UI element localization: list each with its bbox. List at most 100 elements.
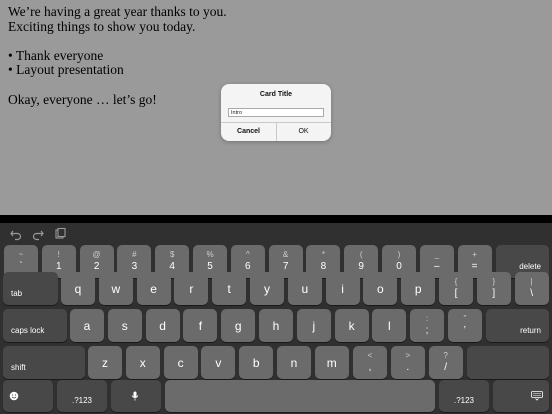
space-bar[interactable] [165,380,435,412]
key-l[interactable]: l [372,309,407,342]
key-’[interactable]: ”’ [447,309,482,342]
key-h[interactable]: h [259,309,293,342]
key-\[interactable]: | \ [514,272,549,305]
shift-left-key[interactable]: shift [3,346,85,379]
key-d[interactable]: d [145,309,180,342]
document-line: Okay, everyone … let’s go! [8,91,157,107]
redo-icon[interactable] [31,227,45,241]
key-letter: i [341,281,344,296]
key-letter: l [388,318,391,333]
key-c[interactable]: c [163,346,198,379]
numbers-key-left[interactable]: .?123 [57,380,107,412]
key-char: 9 [358,261,364,272]
document-text[interactable]: We’re having a great year thanks to you.… [8,4,227,107]
key-b[interactable]: b [239,346,274,379]
key-m[interactable]: m [314,346,349,379]
key-i[interactable]: i [325,272,360,305]
tab-key[interactable]: tab [3,272,58,305]
key-s[interactable]: s [107,309,142,342]
key-shift-char: ^ [245,250,250,259]
document-blank-line [8,78,227,93]
key-,[interactable]: <, [353,346,387,379]
key-char: ] [492,288,496,299]
key-shift-char: < [367,351,373,360]
key-letter: y [264,281,270,296]
ok-button[interactable]: OK [276,122,331,141]
key-letter: d [159,318,166,333]
key-char: \ [530,288,533,299]
key-v[interactable]: v [201,346,236,379]
document-bottom-bar [0,215,552,223]
caps-lock-key[interactable]: caps lock [3,309,67,342]
key-a[interactable]: a [70,309,104,342]
key-w[interactable]: w [98,272,133,305]
key-char: – [434,261,440,272]
hide-keyboard-key[interactable] [493,380,549,412]
key-letter: f [198,318,203,333]
key-letter: o [377,281,384,296]
key-n[interactable]: n [277,346,311,379]
key-shift-char: & [282,250,289,259]
document-line: Exciting things to show you today. [8,18,196,34]
undo-icon[interactable] [9,227,23,241]
cancel-button[interactable]: Cancel [221,122,276,141]
key-shift-char: ) [397,250,401,259]
key-letter: c [177,355,184,370]
key-letter: m [326,355,337,370]
key-x[interactable]: x [125,346,160,379]
key-j[interactable]: j [296,309,331,342]
key-char: 6 [245,261,251,272]
key-r[interactable]: r [174,272,209,305]
key-/[interactable]: ? / [428,346,463,379]
key-char: 5 [207,261,213,272]
dictation-key[interactable] [111,380,161,412]
key-t[interactable]: t [212,272,247,305]
key-e[interactable]: e [136,272,171,305]
key-letter: u [301,281,309,296]
key-shift-char: ~ [18,250,24,259]
key-char: 4 [169,261,175,272]
keyboard: ~ `! 1 @2 #3 $4% 5 ^ 6 & 7 * 8(9) 0 _ – + = delete tab q w e r t… [0,223,552,414]
key-char: . [406,362,410,373]
key-label: delete [519,262,541,271]
key-p[interactable]: p [401,272,436,305]
key-letter: w [111,281,121,296]
key-;[interactable]: :; [410,309,444,342]
key-[[interactable]: {[ [439,272,473,305]
document-blank-line [8,34,227,49]
key-char: [ [454,288,458,299]
key-char: 1 [56,261,62,272]
hide-keyboard-icon [531,388,543,406]
key-letter: z [102,355,108,370]
key-k[interactable]: k [334,309,369,342]
key-shift-char: ( [359,250,363,259]
key-shift-char: ” [463,314,467,323]
card-title-dialog: Card Title Intro Cancel OK [221,84,331,141]
key-y[interactable]: y [250,272,284,305]
key-letter: h [272,318,280,333]
key-shift-char: ! [57,250,60,259]
return-key[interactable]: return [486,309,549,342]
key-letter: j [312,318,316,333]
key-char: , [368,362,372,373]
key-label: return [520,326,541,335]
emoji-key[interactable] [3,380,53,412]
card-title-input[interactable]: Intro [228,108,324,117]
key-o[interactable]: o [363,272,398,305]
key-][interactable]: }] [476,272,511,305]
key-char: ` [19,261,23,272]
document-line: • Layout presentation [8,62,124,78]
key-g[interactable]: g [221,309,256,342]
key-f[interactable]: f [183,309,218,342]
key-q[interactable]: q [61,272,95,305]
key-shift-char: + [472,250,477,259]
key-label: shift [11,363,26,372]
key-char: 7 [282,261,289,272]
key-u[interactable]: u [287,272,322,305]
key-.[interactable]: >. [390,346,425,379]
numbers-key-right[interactable]: .?123 [439,380,489,412]
key-letter: e [150,281,157,296]
shift-right-key[interactable] [467,346,549,379]
paste-icon[interactable] [53,227,67,241]
key-z[interactable]: z [88,346,122,379]
